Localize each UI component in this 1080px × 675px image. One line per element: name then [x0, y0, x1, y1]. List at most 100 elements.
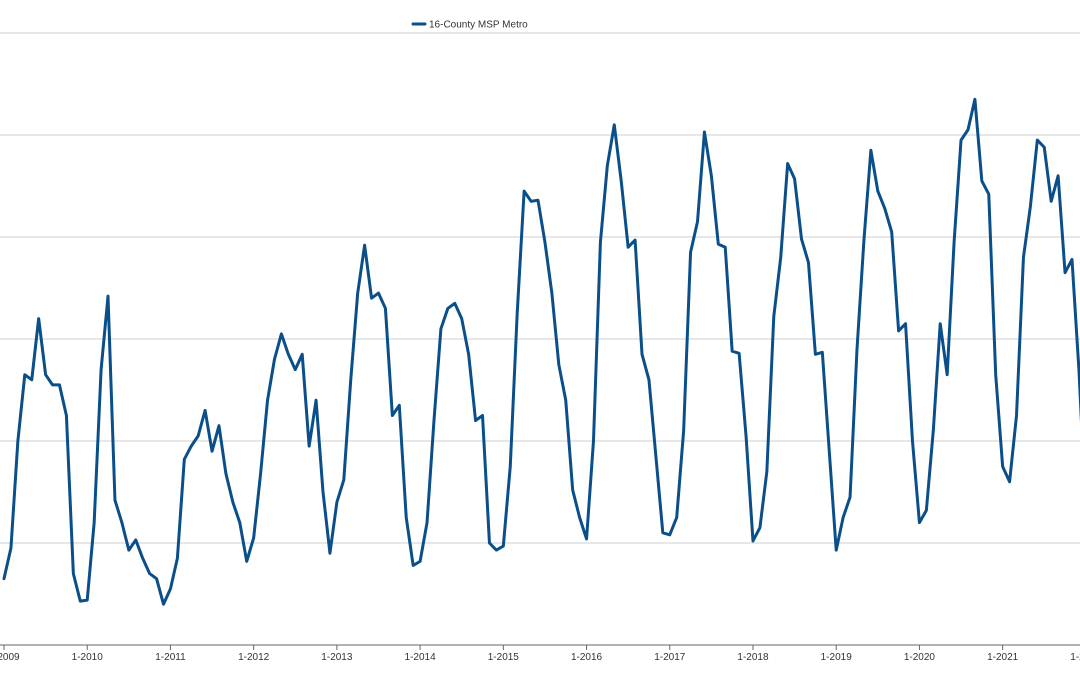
- data-point[interactable]: [92, 520, 97, 525]
- data-point[interactable]: [563, 398, 568, 403]
- data-point[interactable]: [875, 189, 880, 194]
- data-point[interactable]: [529, 199, 534, 204]
- data-point[interactable]: [189, 444, 194, 449]
- data-point[interactable]: [896, 328, 901, 333]
- data-point[interactable]: [438, 326, 443, 331]
- data-point[interactable]: [397, 403, 402, 408]
- data-point[interactable]: [445, 306, 450, 311]
- data-point[interactable]: [154, 576, 159, 581]
- data-point[interactable]: [293, 367, 298, 372]
- data-point[interactable]: [126, 548, 131, 553]
- data-point[interactable]: [799, 237, 804, 242]
- data-point[interactable]: [376, 291, 381, 296]
- data-point[interactable]: [612, 122, 617, 127]
- data-point[interactable]: [418, 559, 423, 564]
- data-point[interactable]: [744, 433, 749, 438]
- data-point[interactable]: [71, 571, 76, 576]
- data-point[interactable]: [993, 372, 998, 377]
- data-point[interactable]: [785, 161, 790, 166]
- data-point[interactable]: [556, 362, 561, 367]
- data-point[interactable]: [1063, 270, 1068, 275]
- data-point[interactable]: [147, 571, 152, 576]
- data-point[interactable]: [182, 457, 187, 462]
- data-point[interactable]: [321, 490, 326, 495]
- data-point[interactable]: [1049, 199, 1054, 204]
- data-point[interactable]: [140, 556, 145, 561]
- data-point[interactable]: [640, 352, 645, 357]
- data-point[interactable]: [813, 352, 818, 357]
- data-point[interactable]: [230, 500, 235, 505]
- data-point[interactable]: [681, 428, 686, 433]
- data-point[interactable]: [78, 599, 83, 604]
- data-point[interactable]: [841, 515, 846, 520]
- data-point[interactable]: [22, 372, 27, 377]
- data-point[interactable]: [334, 500, 339, 505]
- data-point[interactable]: [369, 296, 374, 301]
- data-point[interactable]: [903, 321, 908, 326]
- data-point[interactable]: [119, 520, 124, 525]
- data-point[interactable]: [355, 291, 360, 296]
- data-point[interactable]: [43, 372, 48, 377]
- data-point[interactable]: [917, 520, 922, 525]
- data-point[interactable]: [36, 316, 41, 321]
- data-point[interactable]: [723, 245, 728, 250]
- data-point[interactable]: [660, 530, 665, 535]
- data-point[interactable]: [709, 173, 714, 178]
- data-point[interactable]: [265, 398, 270, 403]
- data-point[interactable]: [577, 515, 582, 520]
- data-point[interactable]: [196, 433, 201, 438]
- data-point[interactable]: [1028, 204, 1033, 209]
- data-point[interactable]: [965, 127, 970, 132]
- data-point[interactable]: [106, 294, 111, 299]
- data-point[interactable]: [979, 178, 984, 183]
- data-point[interactable]: [480, 413, 485, 418]
- data-point[interactable]: [674, 515, 679, 520]
- data-point[interactable]: [411, 563, 416, 568]
- data-point[interactable]: [1069, 257, 1074, 262]
- data-point[interactable]: [702, 129, 707, 134]
- data-point[interactable]: [570, 487, 575, 492]
- data-point[interactable]: [29, 377, 34, 382]
- data-point[interactable]: [653, 454, 658, 459]
- data-point[interactable]: [1000, 464, 1005, 469]
- data-point[interactable]: [716, 242, 721, 247]
- data-point[interactable]: [1014, 413, 1019, 418]
- data-point[interactable]: [757, 525, 762, 530]
- data-point[interactable]: [203, 408, 208, 413]
- data-point[interactable]: [390, 413, 395, 418]
- data-point[interactable]: [258, 471, 263, 476]
- data-point[interactable]: [473, 418, 478, 423]
- data-point[interactable]: [667, 532, 672, 537]
- data-point[interactable]: [1042, 145, 1047, 150]
- data-point[interactable]: [924, 508, 929, 513]
- data-point[interactable]: [868, 148, 873, 153]
- data-point[interactable]: [404, 515, 409, 520]
- data-point[interactable]: [820, 350, 825, 355]
- data-point[interactable]: [57, 382, 62, 387]
- data-point[interactable]: [1056, 173, 1061, 178]
- data-point[interactable]: [855, 347, 860, 352]
- data-point[interactable]: [272, 357, 277, 362]
- data-point[interactable]: [535, 198, 540, 203]
- data-point[interactable]: [806, 260, 811, 265]
- data-point[interactable]: [210, 449, 215, 454]
- data-point[interactable]: [861, 238, 866, 243]
- data-point[interactable]: [161, 602, 166, 607]
- data-point[interactable]: [314, 398, 319, 403]
- data-point[interactable]: [792, 176, 797, 181]
- data-point[interactable]: [175, 556, 180, 561]
- data-point[interactable]: [15, 439, 20, 444]
- data-point[interactable]: [938, 321, 943, 326]
- data-point[interactable]: [688, 250, 693, 255]
- data-point[interactable]: [882, 206, 887, 211]
- data-point[interactable]: [168, 586, 173, 591]
- data-point[interactable]: [619, 178, 624, 183]
- data-point[interactable]: [771, 314, 776, 319]
- data-point[interactable]: [834, 548, 839, 553]
- data-point[interactable]: [986, 192, 991, 197]
- data-point[interactable]: [50, 382, 55, 387]
- data-point[interactable]: [737, 351, 742, 356]
- data-point[interactable]: [307, 444, 312, 449]
- data-point[interactable]: [522, 189, 527, 194]
- data-point[interactable]: [1076, 367, 1080, 372]
